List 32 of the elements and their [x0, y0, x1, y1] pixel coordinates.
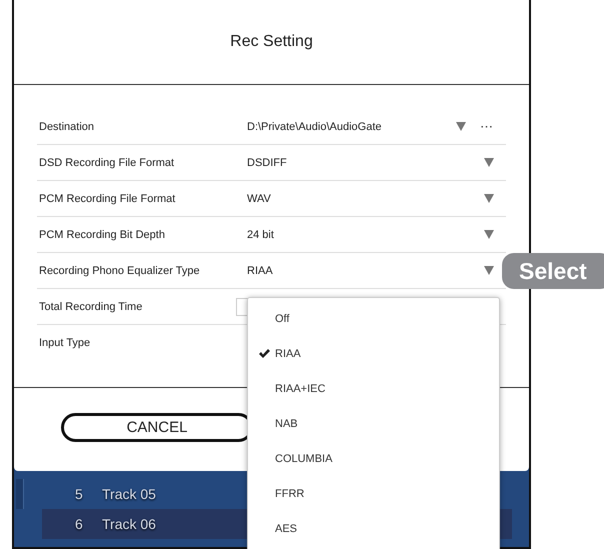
setting-value[interactable]: WAV	[247, 192, 484, 204]
menu-item[interactable]: RIAA+IEC	[275, 382, 326, 394]
dropdown-arrow-icon[interactable]	[484, 266, 494, 275]
track-title: Track 06	[102, 516, 156, 532]
setting-label: Total Recording Time	[38, 300, 144, 312]
setting-value[interactable]: RIAA	[247, 264, 484, 276]
menu-item[interactable]: COLUMBIA	[275, 452, 332, 464]
track-title: Track 05	[102, 486, 156, 502]
scroll-handle[interactable]	[16, 479, 24, 509]
dropdown-arrow-icon[interactable]	[456, 122, 466, 131]
menu-item[interactable]: Off	[275, 312, 290, 324]
setting-label: Recording Phono Equalizer Type	[38, 264, 201, 276]
dropdown-arrow-icon[interactable]	[484, 158, 494, 167]
setting-label: PCM Recording File Format	[38, 192, 176, 204]
setting-value[interactable]: DSDIFF	[247, 156, 484, 168]
menu-item[interactable]: NAB	[275, 418, 298, 430]
dropdown-arrow-icon[interactable]	[484, 194, 494, 203]
dropdown-arrow-icon[interactable]	[484, 230, 494, 239]
setting-label: PCM Recording Bit Depth	[38, 228, 166, 240]
menu-item[interactable]: FFRR	[275, 488, 304, 500]
setting-label: Destination	[38, 120, 96, 132]
setting-value[interactable]: D:\Private\Audio\AudioGate	[247, 120, 456, 132]
menu-item[interactable]: AES	[275, 522, 298, 534]
setting-value[interactable]: 24 bit	[247, 228, 484, 240]
setting-label: Input Type	[38, 336, 92, 348]
track-number: 6	[74, 516, 84, 532]
browse-icon[interactable]: ⋯	[480, 119, 494, 134]
track-number: 5	[74, 486, 84, 502]
dialog-title: Rec Setting	[230, 33, 313, 51]
setting-label: DSD Recording File Format	[38, 156, 176, 168]
menu-item[interactable]: RIAA	[275, 348, 301, 360]
callout-label: Select	[502, 253, 604, 289]
